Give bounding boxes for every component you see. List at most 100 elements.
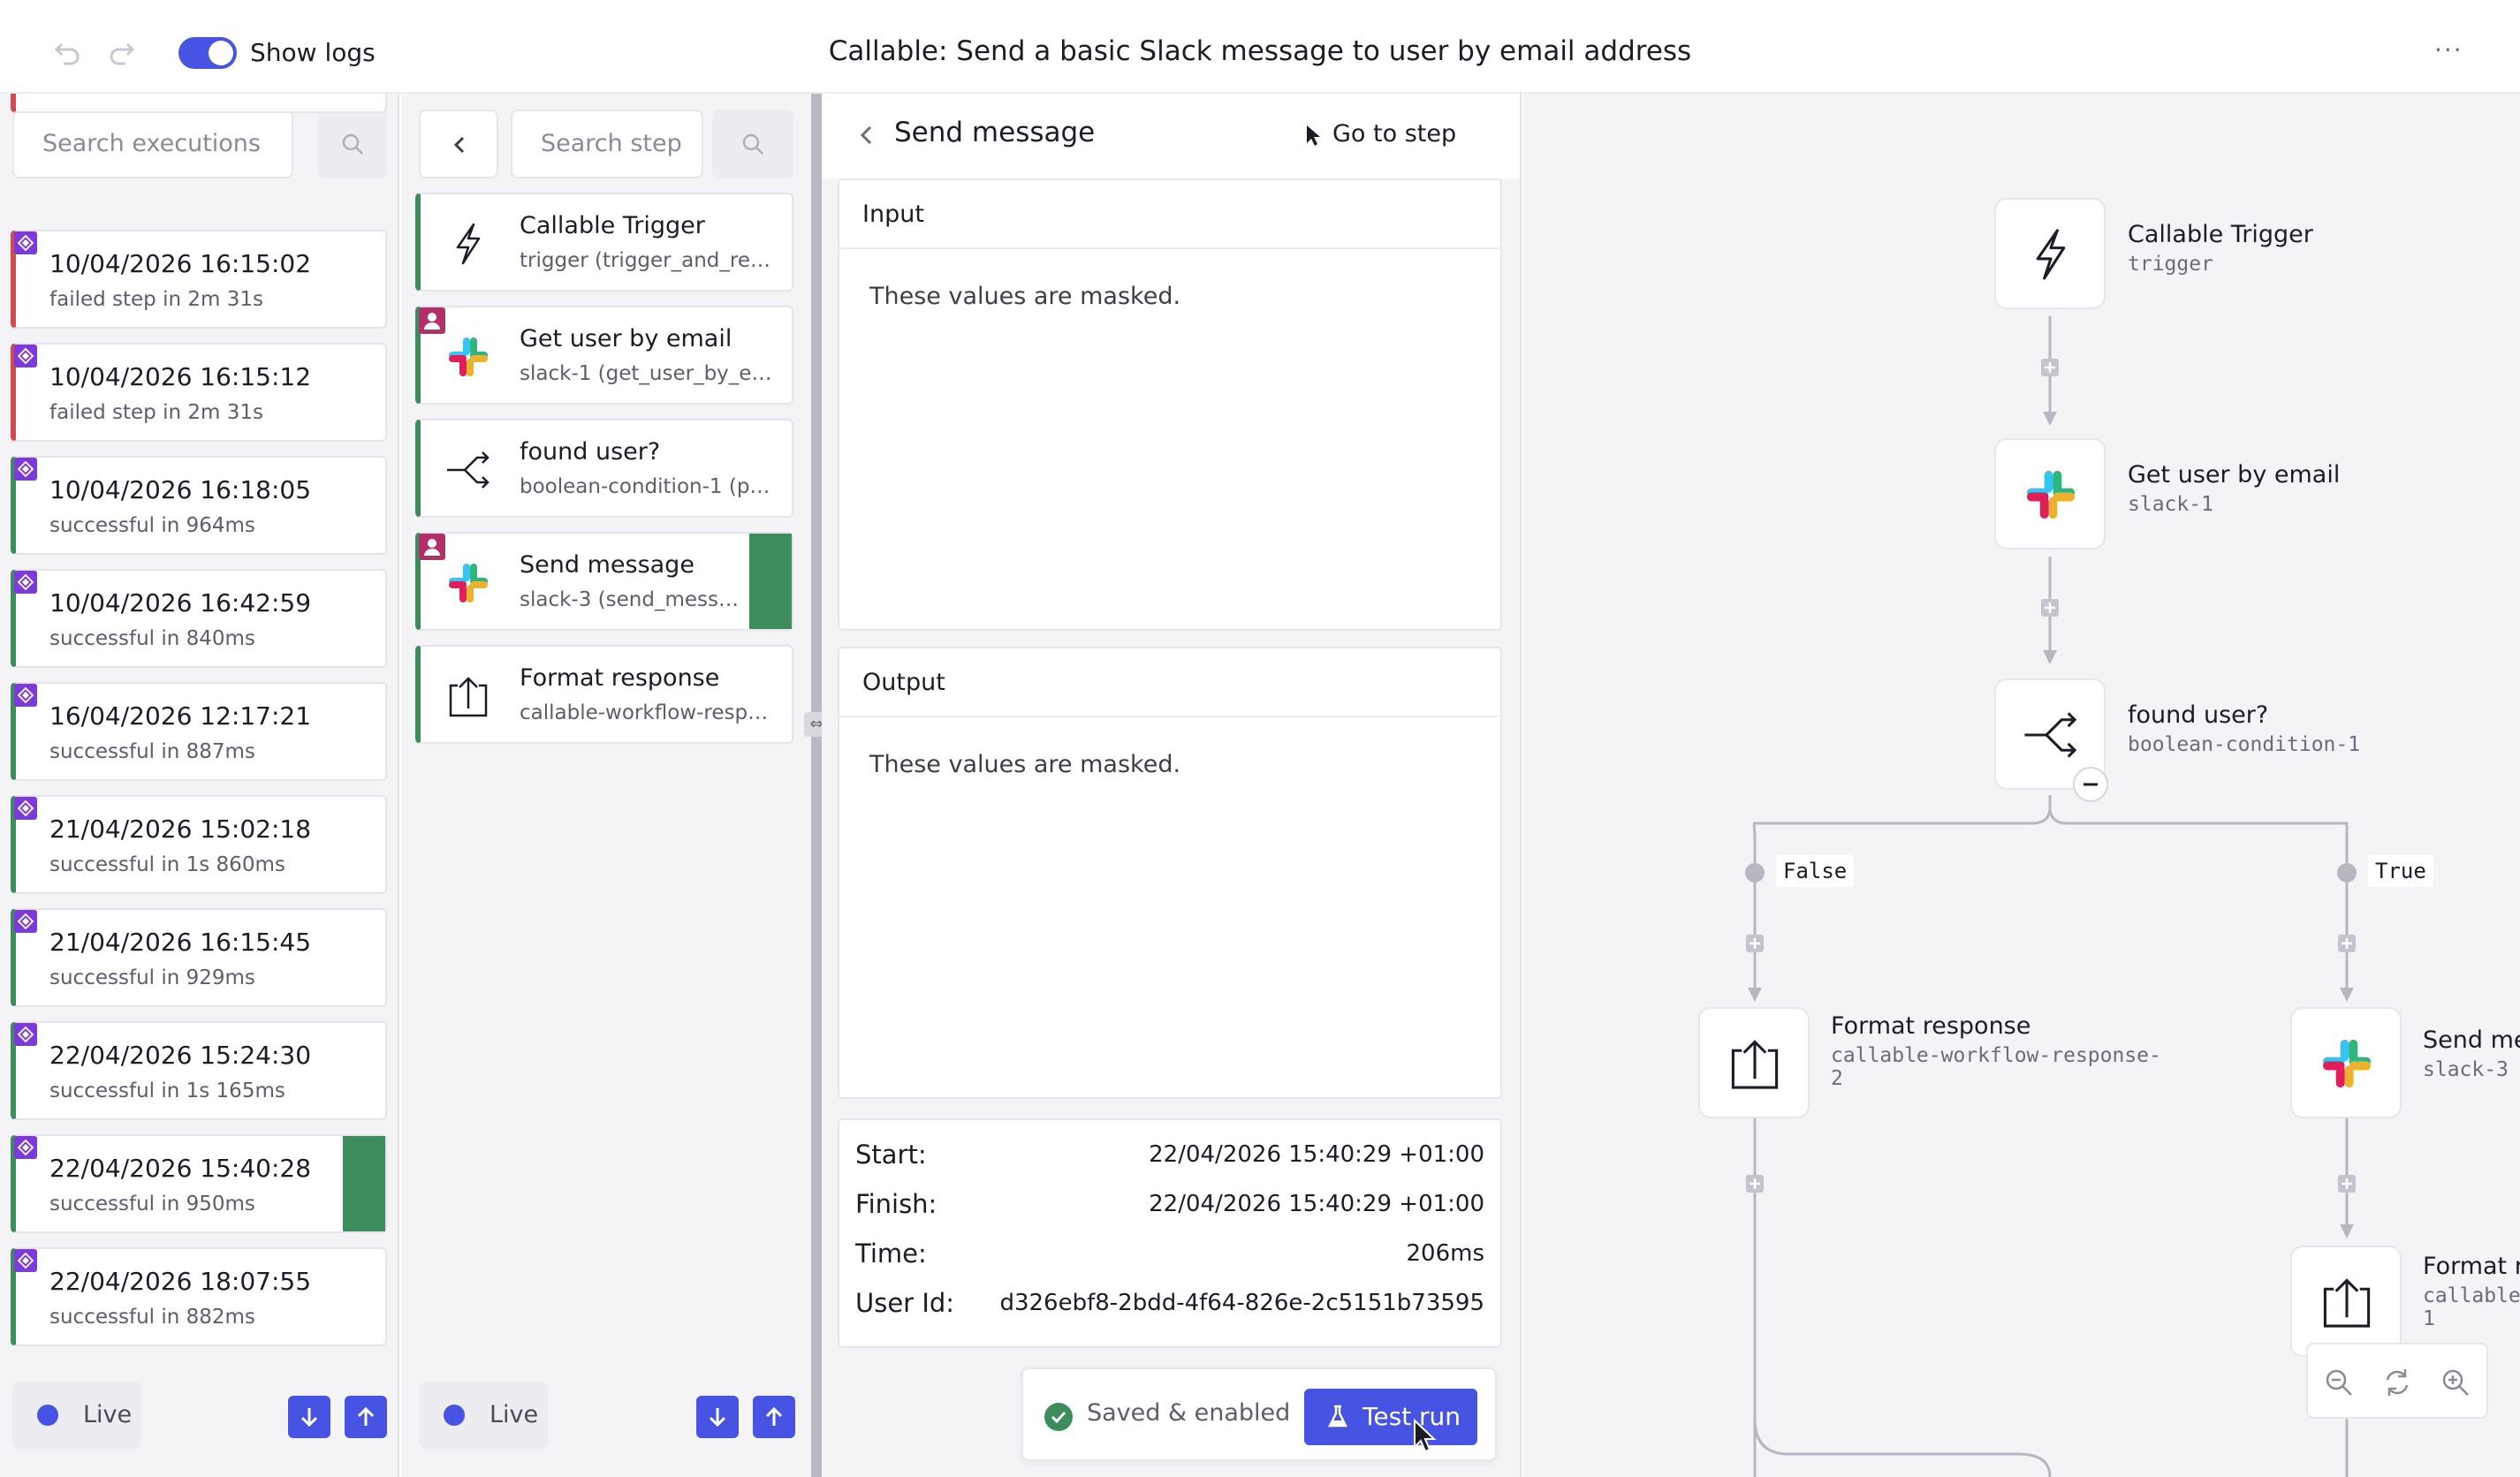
- execution-item[interactable]: 10/04/2026 16:18:05 successful in 964ms: [11, 456, 387, 555]
- steps-scroll-up-button[interactable]: [753, 1396, 795, 1438]
- step-name: Get user by email: [520, 325, 732, 352]
- lightning-icon: [456, 223, 481, 265]
- meta-value: 22/04/2026 15:40:29 +01:00: [1149, 1141, 1484, 1168]
- step-item-get-user-by-email[interactable]: Get user by email slack-1 (get_user_by_e…: [415, 306, 793, 405]
- workflow-canvas[interactable]: Callable Trigger trigger Get user by ema…: [1523, 94, 2520, 1477]
- input-label: Input: [839, 180, 1500, 249]
- test-run-button[interactable]: Test run: [1304, 1389, 1477, 1445]
- execution-status: successful in 1s 860ms: [49, 853, 285, 876]
- node-send-message[interactable]: [2290, 1007, 2402, 1118]
- search-step-button[interactable]: [712, 110, 793, 178]
- step-item-callable-trigger[interactable]: Callable Trigger trigger (trigger_and_re…: [415, 193, 793, 292]
- search-executions-input[interactable]: Search executions: [12, 110, 293, 178]
- execution-time: 22/04/2026 15:40:28: [49, 1154, 312, 1183]
- execution-badge-icon: [14, 1023, 37, 1046]
- node-format-response[interactable]: [1698, 1007, 1810, 1118]
- execution-item[interactable]: 21/04/2026 16:15:45 successful in 929ms: [11, 908, 387, 1007]
- user-badge-icon: [419, 534, 445, 560]
- execution-status: successful in 1s 165ms: [49, 1079, 285, 1102]
- execution-item[interactable]: 22/04/2026 18:07:55 successful in 882ms: [11, 1247, 387, 1346]
- true-branch-label: True: [2368, 855, 2433, 887]
- selected-indicator: [749, 534, 792, 629]
- node-id: trigger: [2128, 253, 2213, 276]
- meta-row-time: Time: 206ms: [855, 1238, 1484, 1274]
- meta-key: Finish:: [855, 1189, 937, 1219]
- execution-status: successful in 840ms: [49, 627, 255, 650]
- execution-item[interactable]: 10/04/2026 16:15:12 failed step in 2m 31s: [11, 343, 387, 442]
- more-options-icon[interactable]: ···: [2434, 35, 2463, 64]
- flask-icon: [1327, 1405, 1348, 1428]
- execution-badge-icon: [14, 458, 37, 481]
- execution-time: 10/04/2026 16:15:02: [49, 249, 312, 278]
- execution-item[interactable]: 10/04/2026 16:42:59 successful in 840ms: [11, 569, 387, 668]
- execution-time: 16/04/2026 12:17:21: [49, 701, 312, 731]
- chevron-left-icon[interactable]: [857, 124, 877, 147]
- live-label: Live: [490, 1401, 539, 1428]
- zoom-in-icon[interactable]: [2440, 1367, 2471, 1397]
- execution-status: failed step in 2m 31s: [49, 401, 263, 424]
- output-card: Output These values are masked.: [838, 647, 1502, 1099]
- live-dot-icon: [37, 1405, 58, 1426]
- arrow-up-icon: [765, 1406, 783, 1426]
- node-name: Format r: [2423, 1253, 2520, 1280]
- step-desc: trigger (trigger_and_response): [520, 249, 776, 272]
- step-item-send-message[interactable]: Send message slack-3 (send_message): [415, 532, 793, 631]
- execution-time: 10/04/2026 16:18:05: [49, 475, 312, 504]
- slack-icon: [2026, 470, 2076, 519]
- collapse-branch-button[interactable]: [2073, 767, 2108, 802]
- node-id: slack-3: [2423, 1058, 2509, 1081]
- execution-item[interactable]: 10/04/2026 16:15:02 failed step in 2m 31s: [11, 230, 387, 329]
- branch-icon: [2024, 712, 2077, 758]
- node-callable-trigger[interactable]: [1994, 198, 2106, 309]
- execution-status: successful in 929ms: [49, 966, 255, 989]
- search-step-input[interactable]: Search step: [511, 110, 703, 178]
- go-to-step-label: Go to step: [1332, 120, 1457, 148]
- node-format-response-right[interactable]: [2290, 1246, 2402, 1357]
- executions-live-button[interactable]: Live: [12, 1382, 141, 1449]
- page-title: Callable: Send a basic Slack message to …: [828, 35, 1692, 67]
- zoom-out-icon[interactable]: [2324, 1367, 2354, 1397]
- steps-scroll-down-button[interactable]: [696, 1396, 739, 1438]
- arrow-down-icon: [300, 1408, 318, 1428]
- execution-metadata: Start: 22/04/2026 15:40:29 +01:00 Finish…: [838, 1118, 1502, 1348]
- meta-value: 206ms: [1406, 1240, 1485, 1267]
- execution-time: 21/04/2026 15:02:18: [49, 814, 312, 844]
- execution-status: successful in 950ms: [49, 1193, 255, 1216]
- chevron-left-icon: [453, 136, 465, 154]
- slack-icon: [449, 337, 488, 376]
- top-bar: Show logs Callable: Send a basic Slack m…: [0, 5, 2520, 94]
- step-item-found-user[interactable]: found user? boolean-condition-1 (proceed…: [415, 419, 793, 518]
- execution-item[interactable]: 21/04/2026 15:02:18 successful in 1s 860m…: [11, 795, 387, 894]
- steps-back-button[interactable]: [419, 110, 498, 178]
- execution-item[interactable]: 22/04/2026 15:40:28 successful in 950ms: [11, 1134, 387, 1233]
- go-to-step-button[interactable]: Go to step: [1307, 120, 1457, 148]
- user-badge-icon: [419, 307, 445, 334]
- executions-scroll-up-button[interactable]: [345, 1396, 387, 1438]
- meta-value: d326ebf8-2bdd-4f64-826e-2c5151b73595: [999, 1290, 1484, 1316]
- execution-badge-icon: [14, 1136, 37, 1159]
- execution-item[interactable]: 16/04/2026 12:17:21 successful in 887ms: [11, 682, 387, 781]
- detail-title: Send message: [894, 117, 1096, 148]
- node-id: callable: [2423, 1284, 2520, 1307]
- execution-time: 22/04/2026 15:24:30: [49, 1041, 312, 1070]
- detail-header: Send message Go to step: [822, 94, 1520, 178]
- steps-live-button[interactable]: Live: [419, 1382, 548, 1449]
- reset-view-icon[interactable]: [2382, 1367, 2412, 1397]
- execution-badge-icon: [14, 231, 37, 254]
- meta-row-start: Start: 22/04/2026 15:40:29 +01:00: [855, 1140, 1484, 1175]
- executions-scroll-down-button[interactable]: [288, 1396, 330, 1438]
- search-executions-button[interactable]: [318, 110, 387, 178]
- slack-icon: [449, 564, 488, 602]
- input-card: Input These values are masked.: [838, 178, 1502, 631]
- cursor-icon: [1307, 125, 1320, 146]
- execution-badge-icon: [14, 684, 37, 707]
- step-item-format-response[interactable]: Format response callable-workflow-respon…: [415, 645, 793, 744]
- execution-item-partial[interactable]: [11, 94, 387, 113]
- node-get-user-by-email[interactable]: [1994, 438, 2106, 549]
- execution-item[interactable]: 22/04/2026 15:24:30 successful in 1s 165m…: [11, 1021, 387, 1120]
- live-dot-icon: [444, 1405, 465, 1426]
- output-label: Output: [839, 648, 1500, 717]
- execution-status: failed step in 2m 31s: [49, 288, 263, 311]
- panel-resize-handle[interactable]: ⇔: [804, 94, 829, 1477]
- node-id: 1: [2423, 1307, 2435, 1330]
